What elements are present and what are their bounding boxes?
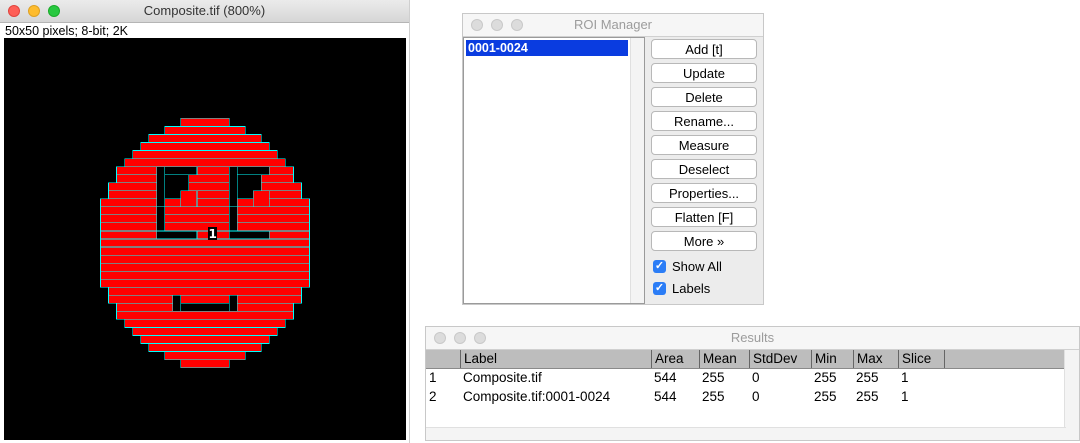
row-label: Composite.tif:0001-0024 [463,389,611,404]
close-icon[interactable] [8,5,20,17]
row-max: 255 [856,370,879,385]
close-icon[interactable] [434,332,446,344]
row-mean: 255 [702,389,725,404]
row-area: 544 [654,370,677,385]
zoom-icon[interactable] [474,332,486,344]
more-button[interactable]: More » [651,231,757,251]
close-icon[interactable] [471,19,483,31]
labels-label: Labels [672,280,711,296]
minimize-icon[interactable] [491,19,503,31]
face-shape [100,118,310,368]
roi-manager-title: ROI Manager [573,17,653,32]
column-header-mean[interactable]: Mean [699,350,749,368]
row-slice: 1 [901,389,909,404]
minimize-icon[interactable] [28,5,40,17]
add-button[interactable]: Add [t] [651,39,757,59]
row-area: 544 [654,389,677,404]
smiley-image[interactable]: 1 [4,38,406,440]
roi-label-text: 1 [208,227,216,241]
show-all-checkbox[interactable]: ✓ Show All [653,255,759,277]
roi-list-item[interactable]: 0001-0024 [466,40,628,56]
row-stddev: 0 [752,389,760,404]
deselect-button[interactable]: Deselect [651,159,757,179]
zoom-icon[interactable] [48,5,60,17]
table-row[interactable]: 1 Composite.tif 544 255 0 255 255 1 [426,369,1066,387]
image-info: 50x50 pixels; 8-bit; 2K [0,23,409,39]
roi-label-marker: 1 [208,227,218,241]
row-min: 255 [814,389,837,404]
column-header-index[interactable] [426,350,460,368]
roi-manager-window: ROI Manager 0001-0024 Add [t] Update Del… [462,13,764,305]
column-header-empty [944,350,1066,368]
results-titlebar[interactable]: Results [426,327,1079,350]
flatten-button[interactable]: Flatten [F] [651,207,757,227]
measure-button[interactable]: Measure [651,135,757,155]
row-index: 1 [429,370,437,385]
results-window: Results Label Area Mean StdDev Min Max S… [425,326,1080,441]
checkmark-icon[interactable]: ✓ [653,281,666,295]
column-header-stddev[interactable]: StdDev [749,350,811,368]
results-title: Results [730,330,775,345]
column-header-slice[interactable]: Slice [898,350,944,368]
row-stddev: 0 [752,370,760,385]
checkmark-icon[interactable]: ✓ [653,259,666,273]
roi-list[interactable]: 0001-0024 [463,37,645,304]
image-window-titlebar[interactable]: Composite.tif (800%) [0,0,409,23]
row-label: Composite.tif [463,370,542,385]
row-min: 255 [814,370,837,385]
results-horizontal-scrollbar[interactable] [426,427,1066,440]
results-table-header: Label Area Mean StdDev Min Max Slice [426,350,1066,369]
row-max: 255 [856,389,879,404]
rename-button[interactable]: Rename... [651,111,757,131]
zoom-icon[interactable] [511,19,523,31]
roi-manager-titlebar[interactable]: ROI Manager [463,14,763,37]
results-vertical-scrollbar[interactable] [1064,350,1079,440]
image-window-title: Composite.tif (800%) [143,3,266,18]
show-all-label: Show All [672,258,722,274]
image-window: Composite.tif (800%) 50x50 pixels; 8-bit… [0,0,410,443]
column-header-min[interactable]: Min [811,350,853,368]
update-button[interactable]: Update [651,63,757,83]
properties-button[interactable]: Properties... [651,183,757,203]
column-header-label[interactable]: Label [460,350,651,368]
delete-button[interactable]: Delete [651,87,757,107]
minimize-icon[interactable] [454,332,466,344]
column-header-area[interactable]: Area [651,350,699,368]
row-slice: 1 [901,370,909,385]
row-mean: 255 [702,370,725,385]
column-header-max[interactable]: Max [853,350,898,368]
image-canvas[interactable]: 1 [4,38,406,440]
roi-list-scrollbar[interactable] [630,38,644,303]
row-index: 2 [429,389,437,404]
labels-checkbox[interactable]: ✓ Labels [653,277,759,299]
table-row[interactable]: 2 Composite.tif:0001-0024 544 255 0 255 … [426,388,1066,406]
